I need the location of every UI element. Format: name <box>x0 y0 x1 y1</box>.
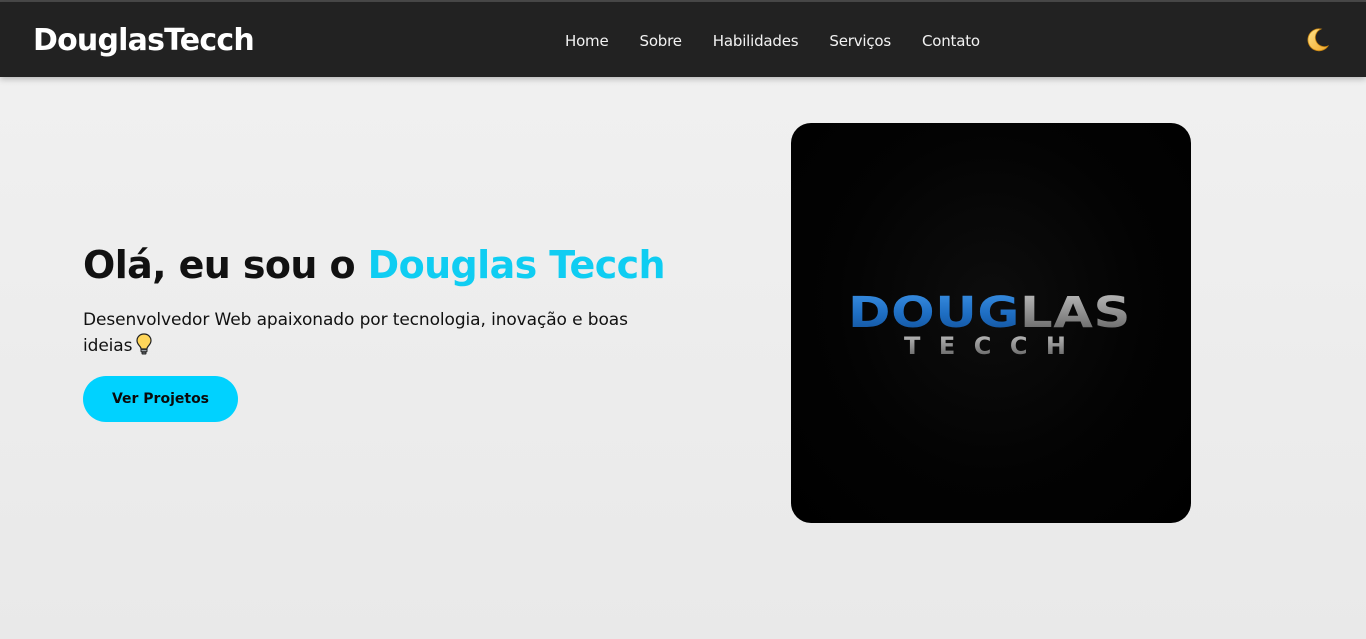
hero-title-highlight: Douglas Tecch <box>367 243 666 287</box>
moon-icon <box>1302 25 1332 58</box>
lightbulb-icon <box>136 333 152 363</box>
logo-image: DOUG LAS TECCH <box>791 123 1191 523</box>
nav-habilidades[interactable]: Habilidades <box>713 30 799 52</box>
logo-line1-blue: DOUG <box>848 288 1020 338</box>
nav-contato[interactable]: Contato <box>922 30 980 52</box>
main-nav: Home Sobre Habilidades Serviços Contato <box>565 30 980 52</box>
navbar: DouglasTecch Home Sobre Habilidades Serv… <box>0 2 1366 77</box>
hero-subtitle: Desenvolvedor Web apaixonado por tecnolo… <box>83 307 653 363</box>
hero-subtitle-text: Desenvolvedor Web apaixonado por tecnolo… <box>83 310 628 356</box>
nav-home[interactable]: Home <box>565 30 609 52</box>
logo-line1: DOUG LAS <box>848 288 1131 338</box>
view-projects-button[interactable]: Ver Projetos <box>83 376 238 422</box>
nav-servicos[interactable]: Serviços <box>829 30 891 52</box>
logo-line1-gray: LAS <box>1020 288 1131 338</box>
nav-sobre[interactable]: Sobre <box>640 30 682 52</box>
hero-title: Olá, eu sou o Douglas Tecch <box>83 240 666 290</box>
hero-title-prefix: Olá, eu sou o <box>83 243 368 287</box>
brand-logo[interactable]: DouglasTecch <box>33 22 255 60</box>
theme-toggle-button[interactable] <box>1300 26 1334 56</box>
